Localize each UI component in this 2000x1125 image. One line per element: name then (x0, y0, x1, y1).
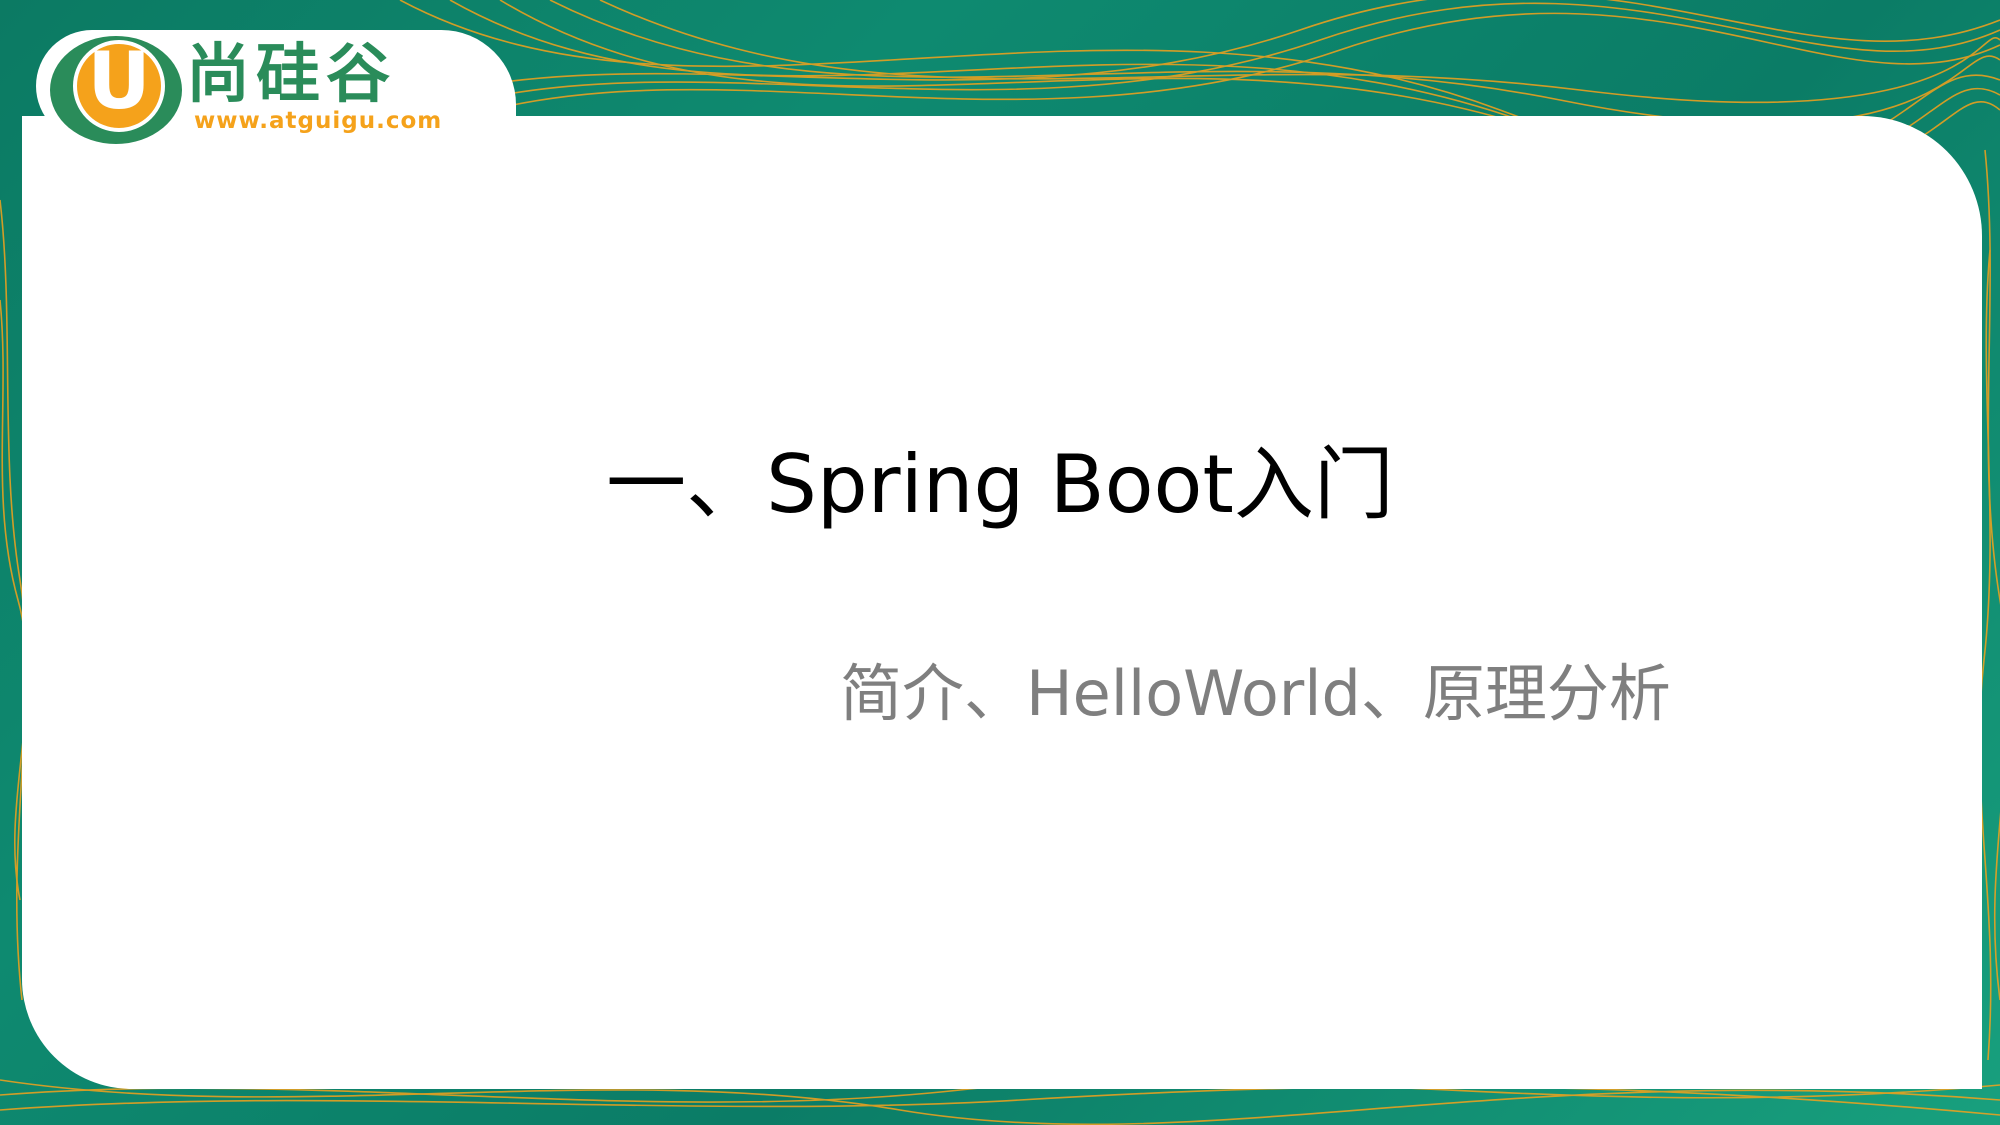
content-card (22, 116, 1982, 1089)
slide-subtitle: 简介、HelloWorld、原理分析 (840, 657, 1671, 730)
logo-name: 尚硅谷 (186, 38, 396, 112)
slide: U 尚硅谷 www.atguigu.com 一、Spring Boot入门 简介… (0, 0, 2000, 1125)
logo-letter: U (87, 37, 151, 127)
logo-url: www.atguigu.com (194, 108, 443, 134)
slide-title: 一、Spring Boot入门 (606, 438, 1394, 531)
